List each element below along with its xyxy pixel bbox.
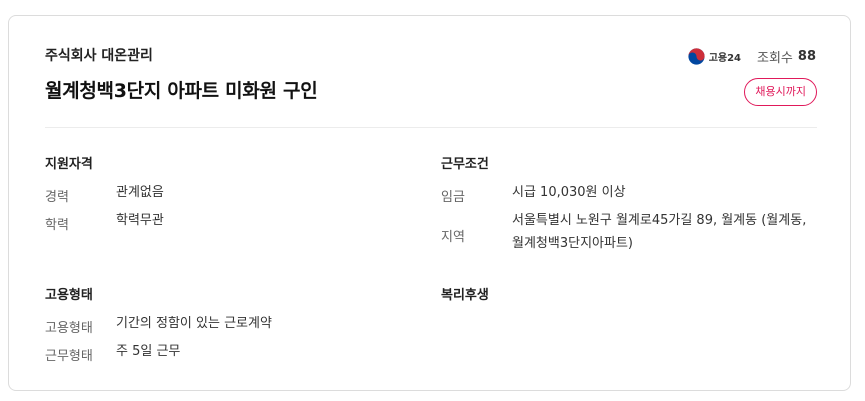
region-label: 지역 — [441, 230, 465, 245]
employment-title: 고용형태 — [45, 288, 93, 303]
job-title: 월계청백3단지 아파트 미화원 구인 — [45, 80, 318, 102]
work-pattern-label: 근무형태 — [45, 349, 93, 364]
source-logo-text: 고용24 — [708, 53, 742, 64]
company-name: 주식회사 대온관리 — [45, 48, 153, 64]
header-divider — [45, 127, 817, 128]
deadline-badge: 채용시까지 — [744, 78, 817, 106]
job-posting-card: 주식회사 대온관리 월계청백3단지 아파트 미화원 구인 고용24 조회수 88… — [8, 15, 851, 391]
experience-value: 관계없음 — [116, 185, 164, 200]
taegeuk-logo-icon — [688, 48, 705, 65]
source-info: 고용24 조회수 88 — [688, 47, 816, 66]
work-conditions-title: 근무조건 — [441, 157, 489, 172]
region-value-line1: 서울특별시 노원구 월계로45가길 89, 월계동 (월계동, — [512, 213, 807, 228]
work-pattern-value: 주 5일 근무 — [116, 344, 181, 359]
views-count: 88 — [797, 49, 816, 64]
education-value: 학력무관 — [116, 213, 164, 228]
employment-type-value: 기간의 정함이 있는 근로계약 — [116, 316, 272, 331]
employment-type-label: 고용형태 — [45, 321, 93, 336]
education-label: 학력 — [45, 218, 69, 233]
wage-label: 임금 — [441, 190, 465, 205]
benefits-title: 복리후생 — [441, 288, 489, 303]
region-value-line2: 월계청백3단지아파트) — [512, 236, 633, 251]
views-label: 조회수 — [757, 51, 793, 66]
wage-value: 시급 10,030원 이상 — [512, 185, 626, 200]
qualifications-title: 지원자격 — [45, 157, 93, 172]
experience-label: 경력 — [45, 190, 69, 205]
